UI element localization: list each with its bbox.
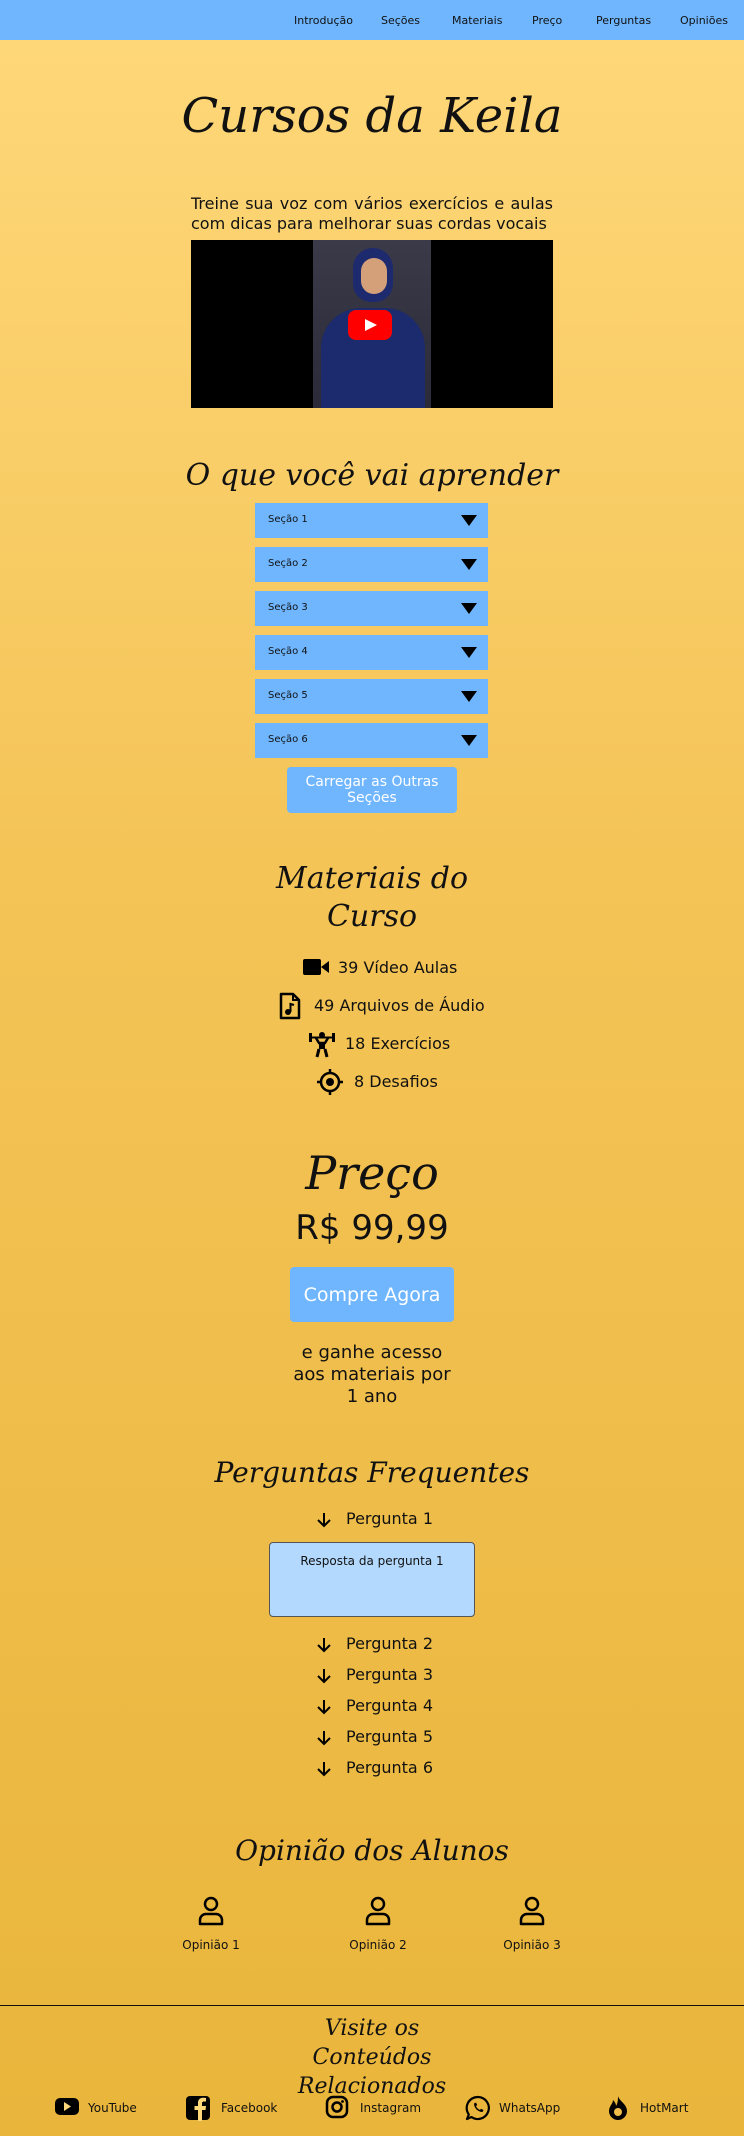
social-link-label: Instagram xyxy=(360,2101,422,2115)
opinion-label: Opinião 2 xyxy=(349,1938,407,1952)
social-link-instagram[interactable]: Instagram xyxy=(325,2095,425,2121)
social-link-label: Facebook xyxy=(221,2101,278,2115)
video-player[interactable] xyxy=(191,240,553,408)
section-item-6[interactable]: Seção 6 xyxy=(255,723,488,758)
section-item-label: Seção 6 xyxy=(268,734,308,745)
load-more-sections-button[interactable]: Carregar as Outras Seções xyxy=(287,767,457,813)
user-icon xyxy=(519,1896,545,1926)
opinion-label: Opinião 3 xyxy=(503,1938,561,1952)
video-camera-icon xyxy=(303,959,329,975)
section-item-4[interactable]: Seção 4 xyxy=(255,635,488,670)
materials-item-label: 18 Exercícios xyxy=(345,1034,451,1053)
caret-down-icon xyxy=(461,735,477,746)
section-item-label: Seção 3 xyxy=(268,602,308,613)
arrow-down-icon xyxy=(317,1669,331,1684)
faq-answer-box: Resposta da pergunta 1 xyxy=(269,1542,475,1617)
social-link-label: WhatsApp xyxy=(499,2101,561,2115)
opinion-card-1: Opinião 1 xyxy=(151,1896,271,1952)
section-item-label: Seção 2 xyxy=(268,558,308,569)
faq-question-label: Pergunta 5 xyxy=(346,1727,433,1746)
caret-down-icon xyxy=(461,691,477,702)
social-link-hotmart[interactable]: HotMart xyxy=(607,2095,707,2121)
social-link-facebook[interactable]: Facebook xyxy=(185,2095,285,2121)
nav-link-materiais[interactable]: Materiais xyxy=(452,14,502,27)
arrow-down-icon xyxy=(317,1513,331,1528)
price-value: R$ 99,99 xyxy=(295,1208,449,1248)
sections-title: O que você vai aprender xyxy=(185,458,559,493)
play-button-icon[interactable] xyxy=(348,310,392,340)
caret-down-icon xyxy=(461,603,477,614)
weightlifting-icon xyxy=(309,1032,335,1058)
nav-link-secoes[interactable]: Seções xyxy=(381,14,420,27)
page-title: Cursos da Keila xyxy=(181,88,563,144)
price-title: Preço xyxy=(305,1146,439,1200)
faq-question-label: Pergunta 1 xyxy=(346,1509,433,1528)
materials-item-audio: 49 Arquivos de Áudio xyxy=(278,992,485,1020)
opinions-title: Opinião dos Alunos xyxy=(235,1834,509,1867)
nav-link-opinioes[interactable]: Opiniões xyxy=(680,14,728,27)
materials-item-label: 49 Arquivos de Áudio xyxy=(314,996,485,1015)
nav-link-preco[interactable]: Preço xyxy=(532,14,562,27)
caret-down-icon xyxy=(461,559,477,570)
target-icon xyxy=(317,1069,343,1095)
section-item-label: Seção 5 xyxy=(268,690,308,701)
youtube-icon xyxy=(55,2098,79,2115)
social-link-whatsapp[interactable]: WhatsApp xyxy=(465,2095,565,2121)
materials-item-label: 39 Vídeo Aulas xyxy=(338,958,458,977)
arrow-down-icon xyxy=(317,1762,331,1777)
buy-now-button[interactable]: Compre Agora xyxy=(290,1267,454,1322)
top-navbar: Introdução Seções Materiais Preço Pergun… xyxy=(0,0,744,40)
arrow-down-icon xyxy=(317,1731,331,1746)
opinion-card-2: Opinião 2 xyxy=(318,1896,438,1952)
section-item-2[interactable]: Seção 2 xyxy=(255,547,488,582)
section-item-1[interactable]: Seção 1 xyxy=(255,503,488,538)
nav-link-introducao[interactable]: Introdução xyxy=(294,14,353,27)
materials-item-challenges: 8 Desafios xyxy=(316,1068,446,1095)
materials-title: Materiais do Curso xyxy=(275,861,469,934)
arrow-down-icon xyxy=(317,1700,331,1715)
faq-question-label: Pergunta 6 xyxy=(346,1758,433,1777)
audio-file-icon xyxy=(279,992,301,1020)
user-icon xyxy=(365,1896,391,1926)
materials-item-label: 8 Desafios xyxy=(354,1072,438,1091)
section-item-5[interactable]: Seção 5 xyxy=(255,679,488,714)
social-link-youtube[interactable]: YouTube xyxy=(54,2095,154,2121)
footer-title: Visite os Conteúdos Relacionados xyxy=(297,2016,447,2099)
section-item-label: Seção 1 xyxy=(268,514,308,525)
caret-down-icon xyxy=(461,647,477,658)
thumbnail-person-face xyxy=(361,258,387,294)
facebook-icon xyxy=(186,2096,210,2121)
faq-question-label: Pergunta 3 xyxy=(346,1665,433,1684)
social-link-label: HotMart xyxy=(640,2101,689,2115)
section-item-label: Seção 4 xyxy=(268,646,308,657)
intro-description: Treine sua voz com vários exercícios e a… xyxy=(191,194,553,233)
opinion-label: Opinião 1 xyxy=(182,1938,240,1952)
price-note: e ganhe acesso aos materiais por 1 ano xyxy=(293,1342,451,1407)
faq-question-label: Pergunta 4 xyxy=(346,1696,433,1715)
caret-down-icon xyxy=(461,515,477,526)
opinion-card-3: Opinião 3 xyxy=(472,1896,592,1952)
footer-divider xyxy=(0,2005,744,2006)
hotmart-flame-icon xyxy=(609,2096,627,2120)
section-item-3[interactable]: Seção 3 xyxy=(255,591,488,626)
materials-item-exercises: 18 Exercícios xyxy=(308,1030,458,1058)
materials-item-videos: 39 Vídeo Aulas xyxy=(302,954,462,980)
faq-question-label: Pergunta 2 xyxy=(346,1634,433,1653)
whatsapp-icon xyxy=(465,2095,490,2121)
nav-link-perguntas[interactable]: Perguntas xyxy=(596,14,651,27)
user-icon xyxy=(198,1896,224,1926)
faq-title: Perguntas Frequentes xyxy=(214,1456,530,1489)
instagram-icon xyxy=(325,2095,349,2119)
social-link-label: YouTube xyxy=(88,2101,137,2115)
arrow-down-icon xyxy=(317,1638,331,1653)
